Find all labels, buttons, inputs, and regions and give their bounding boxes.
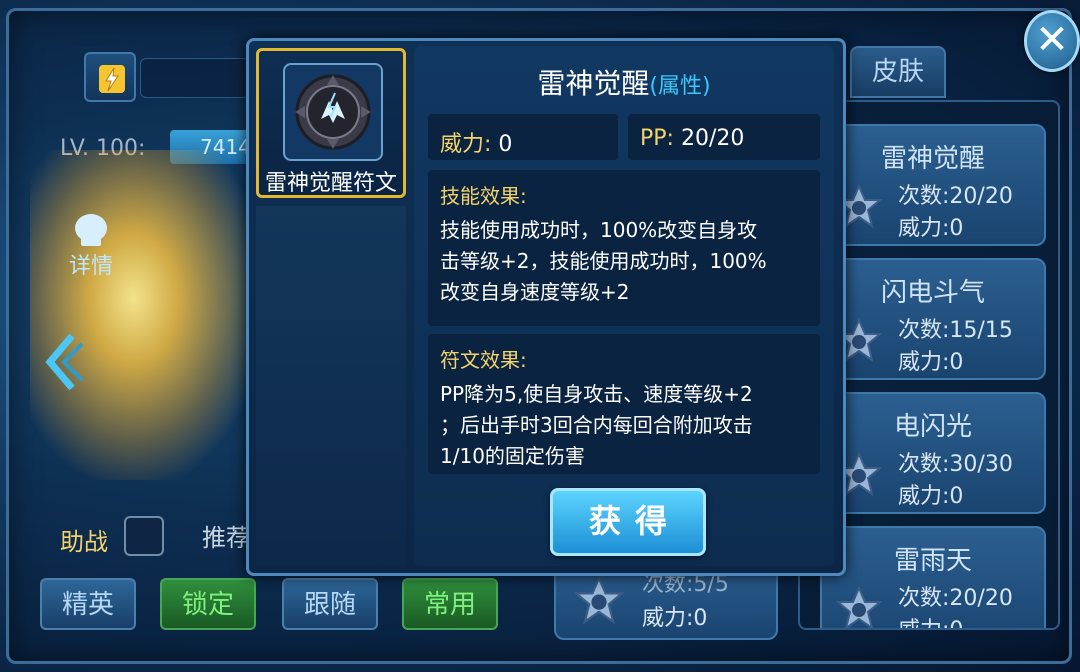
- common-button[interactable]: 常用: [402, 578, 498, 630]
- skill-title-main: 雷神觉醒: [537, 67, 650, 100]
- detail-icon: [75, 214, 107, 246]
- skill-count: 次数:20/20: [898, 586, 1013, 611]
- detail-button[interactable]: 详情: [58, 212, 124, 292]
- skill-count: 次数:20/20: [898, 184, 1013, 209]
- skill-power: 威力:0: [898, 350, 964, 375]
- star-badge-icon: [574, 576, 624, 625]
- skill-title-sub: (属性): [649, 74, 711, 99]
- rune-effect-box: 符文效果: PP降为5,使自身攻击、速度等级+2 ；后出手时3回合内每回合附加攻…: [428, 334, 820, 474]
- pp-label: PP:: [640, 126, 674, 151]
- follow-button[interactable]: 跟随: [282, 578, 378, 630]
- rune-effect-line: ；后出手时3回合内每回合附加攻击: [440, 413, 753, 437]
- lightning-button[interactable]: [84, 52, 136, 102]
- skill-effect-text: 技能使用成功时，100%改变自身攻 击等级+2，技能使用成功时，100% 改变自…: [440, 215, 808, 308]
- tab-recommend[interactable]: 推荐: [202, 524, 250, 552]
- pp-stat: PP: 20/20: [628, 114, 820, 160]
- chevron-left-icon: [45, 333, 84, 391]
- close-icon: ✕: [1035, 17, 1069, 63]
- skill-count: 次数:15/15: [898, 318, 1013, 343]
- lock-button[interactable]: 锁定: [160, 578, 256, 630]
- rune-image: [283, 63, 383, 161]
- skill-power: 威力:0: [642, 606, 708, 631]
- star-badge-icon: [836, 586, 882, 628]
- rune-column: [256, 206, 406, 566]
- rune-effect-text: PP降为5,使自身攻击、速度等级+2 ；后出手时3回合内每回合附加攻击 1/10…: [440, 379, 808, 472]
- skill-card[interactable]: 雷雨天 次数:20/20 威力:0: [820, 526, 1046, 628]
- skill-power: 威力:0: [898, 612, 963, 628]
- get-button[interactable]: 获得: [550, 488, 706, 556]
- detail-label: 详情: [68, 254, 113, 279]
- pet-artwork: [30, 150, 260, 480]
- skill-count: 次数:30/30: [898, 452, 1013, 477]
- skill-effect-line: 技能使用成功时，100%改变自身攻: [440, 218, 758, 242]
- power-value: 0: [498, 132, 513, 157]
- power-label: 威力:: [440, 132, 492, 157]
- skill-effect-title: 技能效果:: [440, 184, 527, 208]
- prev-button[interactable]: [42, 332, 86, 392]
- skill-effect-line: 击等级+2，技能使用成功时，100%: [440, 249, 767, 273]
- skill-name: 雷神觉醒: [880, 144, 985, 174]
- skill-name: 闪电斗气: [880, 278, 985, 308]
- rune-name: 雷神觉醒符文: [264, 171, 397, 196]
- skill-name: 雷雨天: [893, 546, 972, 576]
- skill-name: 电闪光: [893, 412, 972, 442]
- tab-skin[interactable]: 皮肤: [850, 46, 946, 98]
- name-bar: [140, 58, 250, 98]
- rune-effect-line: PP降为5,使自身攻击、速度等级+2: [440, 382, 753, 406]
- skill-power: 威力:0: [898, 484, 964, 509]
- rune-tile[interactable]: 雷神觉醒符文: [256, 48, 406, 198]
- rune-emblem-icon: [295, 74, 371, 150]
- skill-card[interactable]: 雷神觉醒 次数:20/20 威力:0: [820, 124, 1046, 246]
- close-button[interactable]: ✕: [1024, 10, 1080, 72]
- skill-card[interactable]: 闪电斗气 次数:15/15 威力:0: [820, 258, 1046, 380]
- skill-power: 威力:0: [898, 216, 964, 241]
- assist-checkbox[interactable]: [124, 516, 164, 556]
- skill-effect-box: 技能效果: 技能使用成功时，100%改变自身攻 击等级+2，技能使用成功时，10…: [428, 170, 820, 326]
- skill-title: 雷神觉醒(属性): [414, 62, 834, 102]
- assist-label: 助战: [60, 528, 108, 556]
- pp-value: 20/20: [680, 126, 745, 151]
- elite-button[interactable]: 精英: [40, 578, 136, 630]
- rune-effect-title: 符文效果:: [440, 348, 527, 372]
- lightning-icon: [99, 65, 125, 93]
- rune-effect-line: 1/10的固定伤害: [440, 444, 585, 468]
- power-stat: 威力: 0: [428, 114, 618, 160]
- skill-effect-line: 改变自身速度等级+2: [440, 280, 630, 304]
- skill-card[interactable]: 电闪光 次数:30/30 威力:0: [820, 392, 1046, 514]
